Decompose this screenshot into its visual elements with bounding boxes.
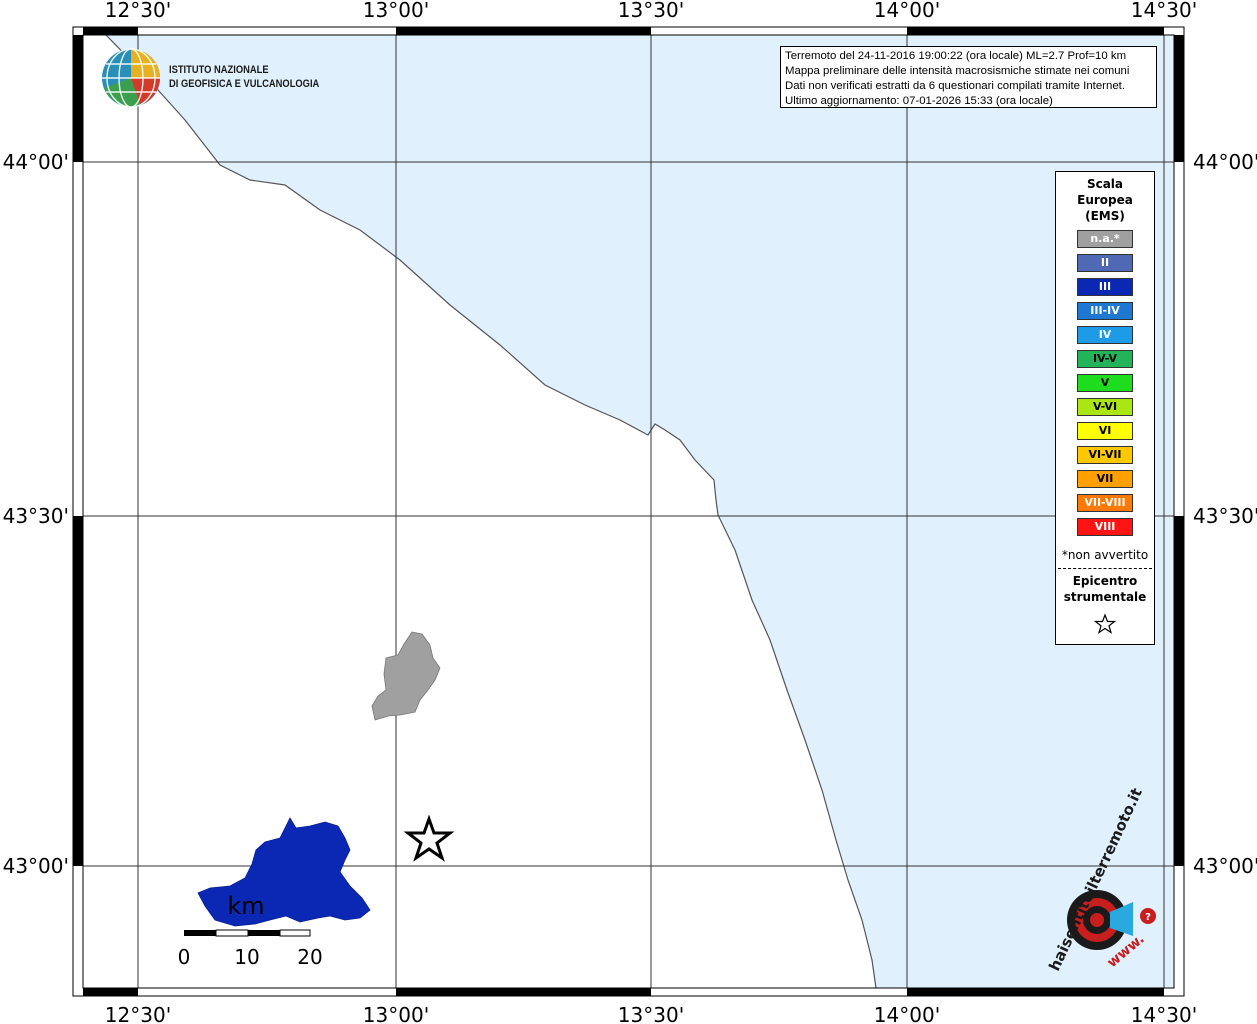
legend-swatch: VII-VIII [1077,494,1133,512]
legend-swatch: n.a.* [1077,230,1133,248]
lon-tick-bottom: 12°30' [105,1003,171,1024]
event-info-box: Terremoto del 24-11-2016 19:00:22 (ora l… [780,46,1157,108]
legend-epicenter-title: Epicentro strumentale [1056,573,1154,605]
legend-swatch: VI [1077,422,1133,440]
info-line-2: Mappa preliminare delle intensità macros… [785,65,1130,77]
legend-swatch: II [1077,254,1133,272]
legend-epicenter-line: Epicentro [1072,574,1138,588]
scale-label: 0 [178,945,191,969]
lon-tick-top: 14°30' [1131,0,1197,22]
lon-tick-top: 14°00' [874,0,940,22]
legend-swatch: V [1077,374,1133,392]
intensity-legend: Scala Europea (EMS) n.a.* II III III-IV IV IV… [1055,171,1155,645]
legend-swatch: VII [1077,470,1133,488]
lon-tick-bottom: 14°00' [874,1003,940,1024]
legend-swatch: IV [1077,326,1133,344]
ingv-line-2: DI GEOFISICA E VULCANOLOGIA [169,78,320,90]
info-line-4: Ultimo aggiornamento: 07-01-2026 15:33 (… [785,95,1053,107]
ingv-line-1: ISTITUTO NAZIONALE [169,64,269,76]
info-line-1: Terremoto del 24-11-2016 19:00:22 (ora l… [785,50,1127,62]
lon-tick-top: 13°00' [363,0,429,22]
lon-tick-bottom: 13°30' [618,1003,684,1024]
lat-tick-right: 44°00' [1193,150,1257,174]
legend-title: Scala Europea (EMS) [1056,176,1154,224]
legend-swatch: IV-V [1077,350,1133,368]
legend-star-icon [1056,613,1154,639]
lat-tick-left: 44°00' [3,150,69,174]
ingv-logo-text: ISTITUTO NAZIONALE DI GEOFISICA E VULCAN… [169,63,319,91]
lon-tick-top: 12°30' [105,0,171,22]
legend-swatch: V-VI [1077,398,1133,416]
lat-tick-right: 43°30' [1193,504,1257,528]
legend-title-line: Europea [1077,193,1133,207]
legend-title-line: Scala [1086,177,1124,191]
legend-items: n.a.* II III III-IV IV IV-V V V-VI VI VI-VII VII VI… [1056,230,1154,536]
legend-swatch: VIII [1077,518,1133,536]
lon-tick-top: 13°30' [618,0,684,22]
scale-label: 10 [234,945,259,969]
legend-title-line: (EMS) [1085,209,1125,223]
scale-unit: km [227,892,264,920]
lat-tick-left: 43°00' [3,854,69,878]
lon-ticks-top: 12°30' 13°00' 13°30' 14°00' 14°30' [105,0,1197,22]
lon-tick-bottom: 14°30' [1131,1003,1197,1024]
ingv-logo-globe [102,48,160,108]
svg-text:?: ? [1145,912,1151,923]
lat-ticks-left: 44°00' 43°30' 43°00' [3,150,69,878]
lat-ticks-right: 44°00' 43°30' 43°00' [1193,150,1257,878]
legend-note: *non avvertito [1061,548,1149,562]
lon-ticks-bottom: 12°30' 13°00' 13°30' 14°00' 14°30' [105,1003,1197,1024]
lat-tick-right: 43°00' [1193,854,1257,878]
lat-tick-left: 43°30' [3,504,69,528]
scale-label: 20 [297,945,322,969]
lon-tick-bottom: 13°00' [363,1003,429,1024]
legend-swatch: III-IV [1077,302,1133,320]
legend-epicenter-line: strumentale [1063,590,1147,604]
legend-swatch: VI-VII [1077,446,1133,464]
legend-swatch: III [1077,278,1133,296]
info-line-3: Dati non verificati estratti da 6 questi… [785,80,1125,92]
legend-divider [1058,568,1152,569]
